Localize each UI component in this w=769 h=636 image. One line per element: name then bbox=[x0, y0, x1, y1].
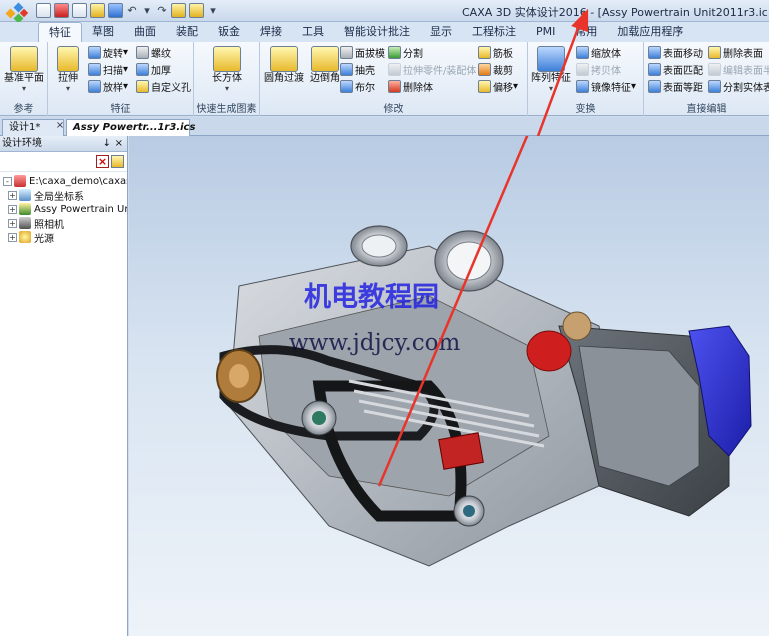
design-tree: - E:\caxa_demo\caxasoli + 全局坐标系 + Assy P… bbox=[0, 172, 127, 244]
powertrain-model[interactable]: 机电教程园 www.jdjcy.com bbox=[129, 136, 769, 636]
expand-icon[interactable]: + bbox=[8, 190, 17, 200]
design-environment-panel: 设计环境 ↓ × × - E:\caxa_demo\caxasoli + 全局坐… bbox=[0, 136, 128, 636]
pin-icon[interactable]: ↓ bbox=[103, 136, 111, 151]
3d-viewport[interactable]: 机电教程园 www.jdjcy.com bbox=[129, 136, 769, 636]
watermark-title: 机电教程园 bbox=[304, 282, 439, 313]
close-icon[interactable]: × bbox=[115, 136, 123, 151]
delete-icon[interactable]: × bbox=[96, 155, 109, 168]
tree-item-root[interactable]: - E:\caxa_demo\caxasoli bbox=[0, 174, 127, 188]
collapse-icon[interactable]: - bbox=[3, 176, 12, 186]
tree-item-camera[interactable]: + 照相机 bbox=[0, 216, 127, 230]
tree-item-assembly[interactable]: + Assy Powertrain Unit bbox=[0, 202, 127, 216]
sort-icon[interactable] bbox=[111, 155, 124, 168]
expand-icon[interactable]: + bbox=[8, 204, 17, 214]
tree-item-light[interactable]: + 光源 bbox=[0, 230, 127, 244]
camera-icon bbox=[19, 217, 31, 229]
tree-item-global-coords[interactable]: + 全局坐标系 bbox=[0, 188, 127, 202]
light-source-icon bbox=[19, 231, 31, 243]
panel-toolbar: × bbox=[0, 152, 127, 172]
expand-icon[interactable]: + bbox=[8, 218, 17, 228]
panel-header: 设计环境 ↓ × bbox=[0, 136, 127, 152]
panel-title: 设计环境 bbox=[2, 138, 42, 149]
arrow-head-icon bbox=[536, 8, 589, 136]
expand-icon[interactable]: + bbox=[8, 232, 17, 242]
coordinate-system-icon bbox=[19, 189, 31, 201]
assembly-icon bbox=[19, 203, 31, 215]
design-file-icon bbox=[14, 175, 26, 187]
